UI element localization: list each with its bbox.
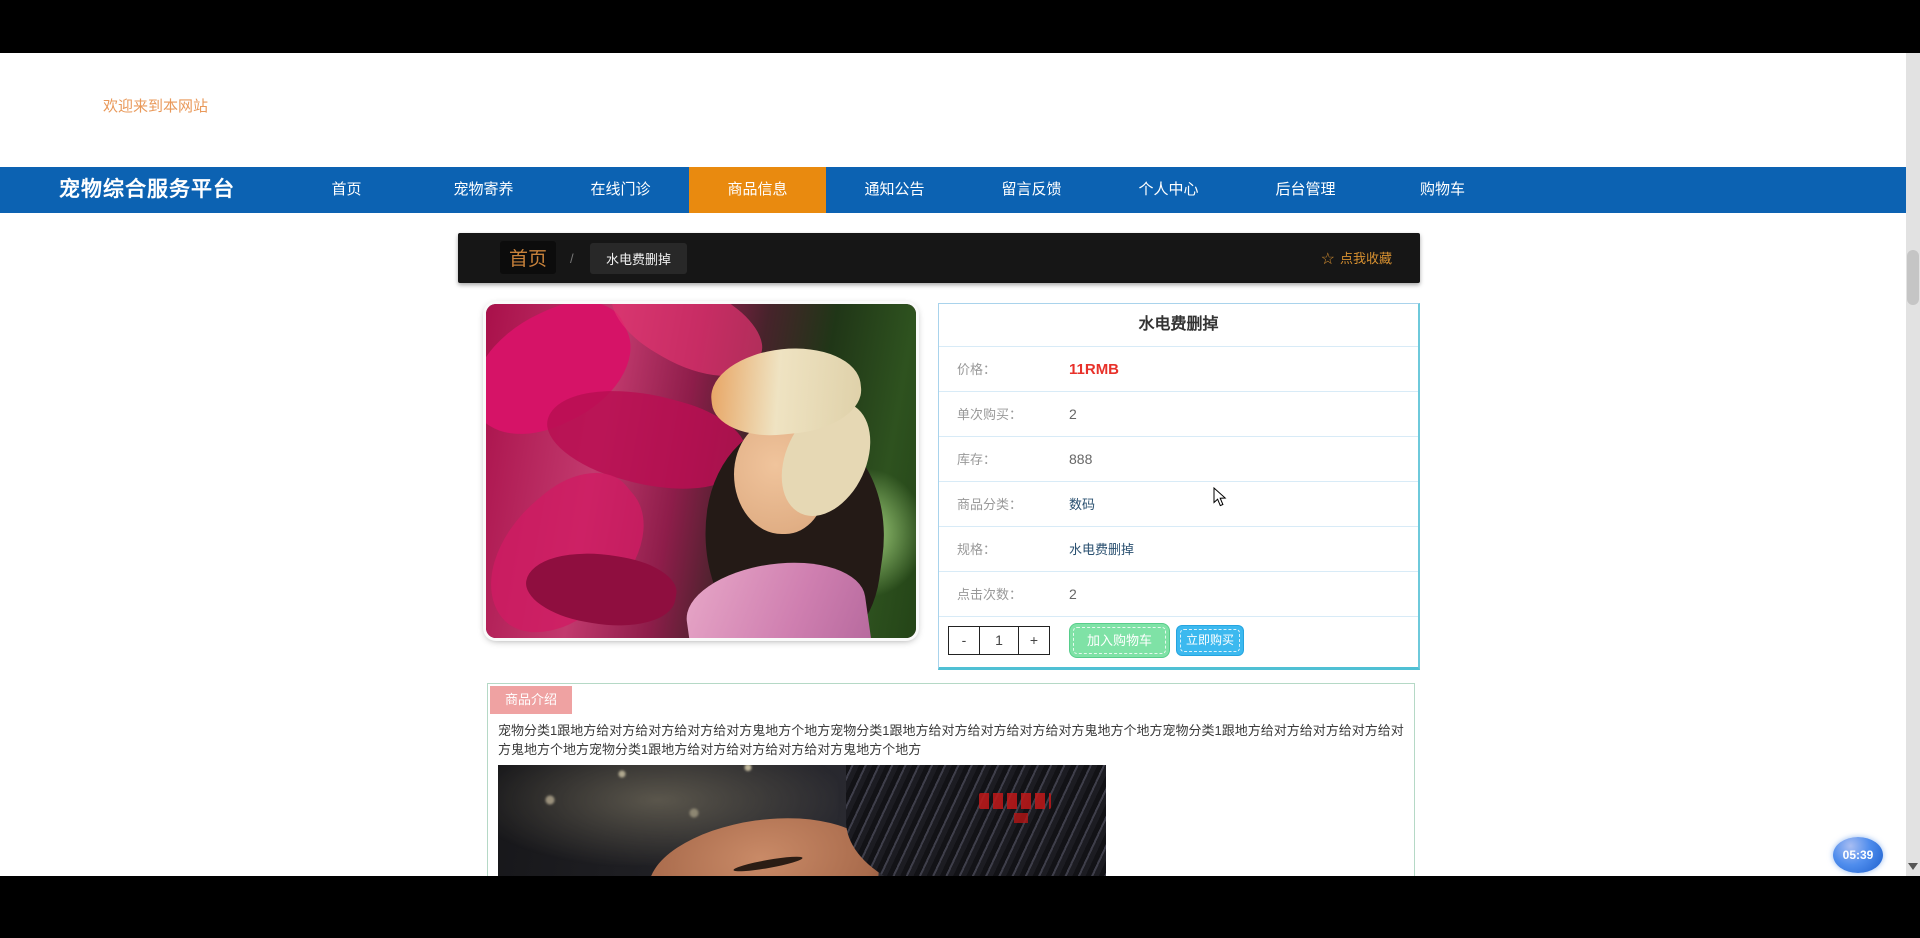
quantity-value[interactable]: 1 [979,626,1019,655]
row-stock: 库存： 888 [939,436,1418,481]
breadcrumb-home-link[interactable]: 首页 [500,241,557,274]
row-category: 商品分类： 数码 [939,481,1418,526]
breadcrumb: 首页 / 水电费删掉 ☆ 点我收藏 [458,233,1420,283]
clicks-value: 2 [1069,586,1077,602]
buy-now-button[interactable]: 立即购买 [1177,626,1243,655]
favorite-label: 点我收藏 [1339,251,1392,266]
per-purchase-label: 单次购买： [957,407,1023,422]
product-image [486,304,916,638]
red-watermark [979,792,1051,809]
category-label: 商品分类： [957,497,1023,512]
stock-value: 888 [1069,451,1093,467]
nav-item-products[interactable]: 商品信息 [689,167,826,213]
quantity-stepper: - 1 + [948,626,1050,655]
breadcrumb-current: 水电费删掉 [590,243,688,274]
product-title: 水电费删掉 [1138,316,1219,333]
description-image [498,764,1106,876]
nav-item-feedback[interactable]: 留言反馈 [963,167,1100,213]
quantity-plus-button[interactable]: + [1018,626,1050,655]
category-value[interactable]: 数码 [1069,497,1095,512]
nav-menu: 首页 宠物寄养 在线门诊 商品信息 通知公告 留言反馈 个人中心 后台管理 购物… [278,167,1511,213]
price-label: 价格： [957,362,997,377]
price-value: 11RMB [1069,361,1120,378]
row-spec: 规格： 水电费删掉 [939,526,1418,571]
scrollbar-track[interactable] [1906,53,1920,876]
scrollbar-down-arrow[interactable] [1908,863,1918,870]
nav-item-home[interactable]: 首页 [278,167,415,213]
breadcrumb-separator: / [570,251,574,266]
product-description: 宠物分类1跟地方给对方给对方给对方给对方鬼地方个地方宠物分类1跟地方给对方给对方… [498,723,1404,757]
welcome-text: 欢迎来到本网站 [103,98,209,115]
clicks-label: 点击次数： [957,587,1023,602]
quantity-minus-button[interactable]: - [948,626,980,655]
nav-item-personal-center[interactable]: 个人中心 [1100,167,1237,213]
timer-bubble[interactable]: 05:39 [1833,837,1883,873]
row-per-purchase: 单次购买： 2 [939,391,1418,436]
site-brand[interactable]: 宠物综合服务平台 [59,167,235,213]
per-purchase-value: 2 [1069,406,1077,422]
row-clicks: 点击次数： 2 [939,571,1418,616]
mouse-cursor [1213,487,1227,507]
nav-item-pet-boarding[interactable]: 宠物寄养 [415,167,552,213]
scrollbar-thumb[interactable] [1907,250,1919,305]
star-icon: ☆ [1320,251,1335,268]
nav-item-admin[interactable]: 后台管理 [1237,167,1374,213]
favorite-button[interactable]: ☆ 点我收藏 [1321,248,1392,269]
add-to-cart-button[interactable]: 加入购物车 [1070,624,1169,657]
spec-value: 水电费删掉 [1069,542,1135,557]
spec-label: 规格： [957,542,997,557]
tab-product-intro[interactable]: 商品介绍 [490,686,572,714]
product-info-panel: 水电费删掉 价格： 11RMB 单次购买： 2 库存： 888 商品分类： 数码 规格：… [938,303,1420,670]
purchase-controls: - 1 + 加入购物车 立即购买 [939,616,1418,668]
row-price: 价格： 11RMB [939,346,1418,391]
main-nav: 宠物综合服务平台 首页 宠物寄养 在线门诊 商品信息 通知公告 留言反馈 个人中… [0,167,1920,213]
nav-item-cart[interactable]: 购物车 [1374,167,1511,213]
nav-item-online-clinic[interactable]: 在线门诊 [552,167,689,213]
product-intro-section: 商品介绍 宠物分类1跟地方给对方给对方给对方给对方鬼地方个地方宠物分类1跟地方给… [487,683,1415,876]
page-body: 欢迎来到本网站 宠物综合服务平台 首页 宠物寄养 在线门诊 商品信息 通知公告 … [0,53,1920,876]
nav-item-announcements[interactable]: 通知公告 [826,167,963,213]
stock-label: 库存： [957,452,997,467]
